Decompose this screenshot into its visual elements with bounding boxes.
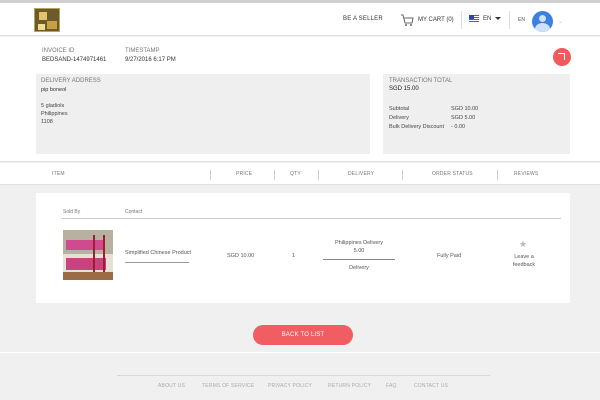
subtotal-label: Subtotal (389, 106, 410, 112)
column-qty: QTY (290, 171, 301, 177)
site-logo[interactable] (34, 8, 60, 32)
transaction-total: SGD 15.00 (389, 86, 419, 92)
transaction-title: TRANSACTION TOTAL (389, 78, 453, 84)
column-price: PRICE (236, 171, 253, 177)
invoice-id-value: BEDSAND-1474971461 (42, 57, 107, 63)
delivery-cost: 5.00 (353, 248, 365, 254)
contact-label[interactable]: Contact (125, 209, 142, 215)
delivery-method: Philippines Delivery (335, 240, 383, 246)
footer-terms[interactable]: TERMS OF SERVICE (202, 383, 254, 389)
header-divider-2 (509, 11, 510, 29)
delivery-divider (323, 259, 395, 260)
cart-label: MY CART (0) (418, 17, 454, 23)
footer-contact-us[interactable]: CONTACT US (414, 383, 448, 389)
column-order-status: ORDER STATUS (432, 171, 473, 177)
chevron-down-icon (495, 17, 502, 20)
back-to-list-button[interactable]: BACK TO LIST (253, 325, 353, 345)
footer-privacy[interactable]: PRIVACY POLICY (268, 383, 312, 389)
item-header-divider (61, 218, 561, 219)
footer-separator (0, 352, 600, 353)
column-item: ITEM (52, 171, 65, 177)
order-table-header: ITEM PRICE QTY DELIVERY ORDER STATUS REV… (0, 163, 600, 185)
language-selector[interactable]: EN (469, 15, 502, 22)
footer-return-policy[interactable]: RETURN POLICY (328, 383, 371, 389)
bulk-discount-label: Bulk Delivery Discount (389, 124, 445, 130)
leave-feedback-line-1[interactable]: Leave a (503, 254, 545, 260)
leave-feedback-line-2[interactable]: feedback (503, 262, 545, 268)
be-a-seller-link[interactable]: BE A SELLER (343, 16, 383, 22)
subtotal-value: SGD 10.00 (451, 106, 479, 112)
footer-about-us[interactable]: ABOUT US (158, 383, 185, 389)
delivery-type: Delivery (349, 265, 369, 271)
invoice-id-label: INVOICE ID (42, 48, 75, 54)
delivery-line-1: 5 gladiols (41, 103, 65, 109)
footer-rule (117, 375, 490, 376)
user-avatar[interactable] (532, 11, 553, 32)
order-item-card: Sold By Contact Simplified Chinese Produ… (36, 193, 570, 303)
language-small-label[interactable]: EN (518, 17, 525, 23)
share-icon[interactable] (553, 48, 571, 66)
column-reviews: REVIEWS (514, 171, 539, 177)
timestamp-label: TIMESTAMP (125, 48, 160, 54)
top-header: BE A SELLER MY CART (0) EN EN ⌄ (0, 3, 600, 36)
footer-faq[interactable]: FAQ (386, 383, 397, 389)
transaction-total-box: TRANSACTION TOTAL SGD 15.00 Subtotal SGD… (383, 74, 570, 154)
item-qty: 1 (292, 253, 296, 259)
invoice-panel: INVOICE ID BEDSAND-1474971461 TIMESTAMP … (0, 37, 600, 162)
cart-icon (401, 14, 414, 26)
header-divider (461, 11, 462, 29)
delivery-fee-value: SGD 5.00 (451, 115, 476, 121)
delivery-name: pip boneol (41, 87, 67, 93)
order-status: Fully Paid (437, 253, 462, 259)
product-name-underline (125, 262, 189, 263)
us-flag-icon (469, 15, 479, 22)
bulk-discount-value: - 0.00 (451, 124, 466, 130)
sold-by-label: Sold By (63, 209, 81, 215)
delivery-address-box: DELIVERY ADDRESS pip boneol 5 gladiols P… (36, 74, 370, 154)
delivery-fee-label: Delivery (389, 115, 409, 121)
delivery-line-2: Philippines (41, 111, 68, 117)
language-label: EN (483, 15, 492, 22)
star-icon[interactable]: ★ (519, 239, 527, 250)
delivery-address-title: DELIVERY ADDRESS (41, 78, 101, 84)
timestamp-value: 9/27/2016 6:17 PM (125, 57, 176, 63)
column-delivery: DELIVERY (348, 171, 375, 177)
my-cart-link[interactable]: MY CART (0) (400, 11, 454, 29)
item-price: SGD 10.00 (227, 253, 255, 259)
product-name-link[interactable]: Simplified Chinese Product (125, 250, 191, 256)
avatar-chevron-icon[interactable]: ⌄ (558, 18, 563, 25)
product-thumbnail[interactable] (63, 230, 113, 280)
delivery-line-3: 1108 (41, 119, 53, 125)
